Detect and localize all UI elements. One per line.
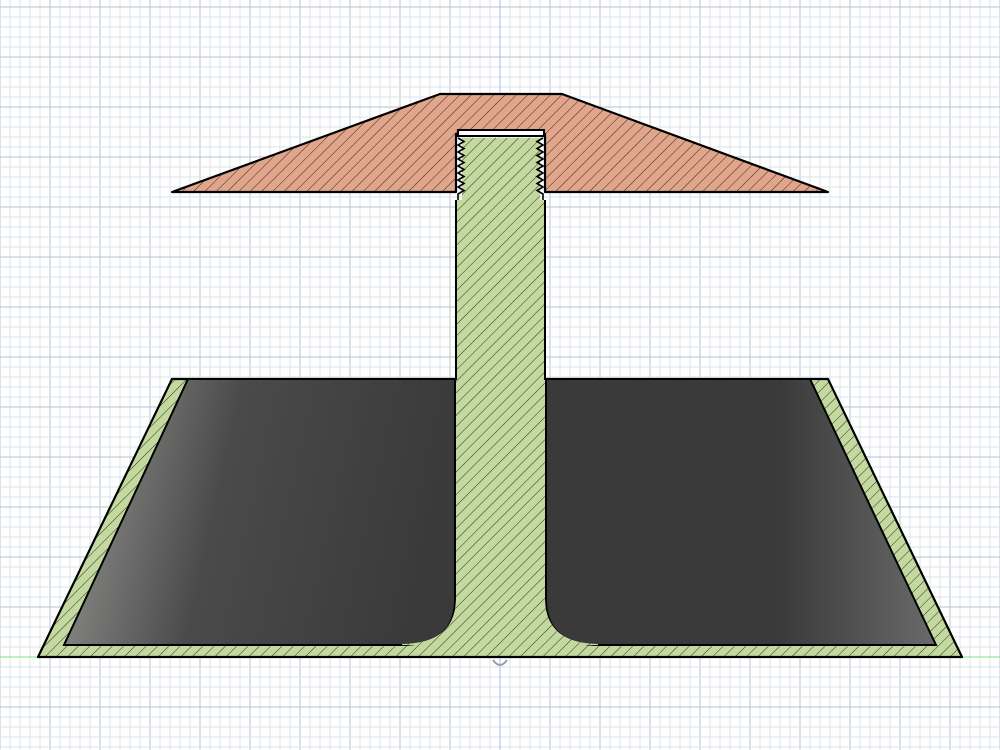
thread-bore-top (457, 129, 545, 137)
funnel-body[interactable] (36, 200, 964, 666)
stem-threaded-top[interactable] (462, 138, 540, 200)
cad-viewport[interactable] (0, 0, 1000, 750)
section-view-canvas[interactable] (0, 0, 1000, 750)
